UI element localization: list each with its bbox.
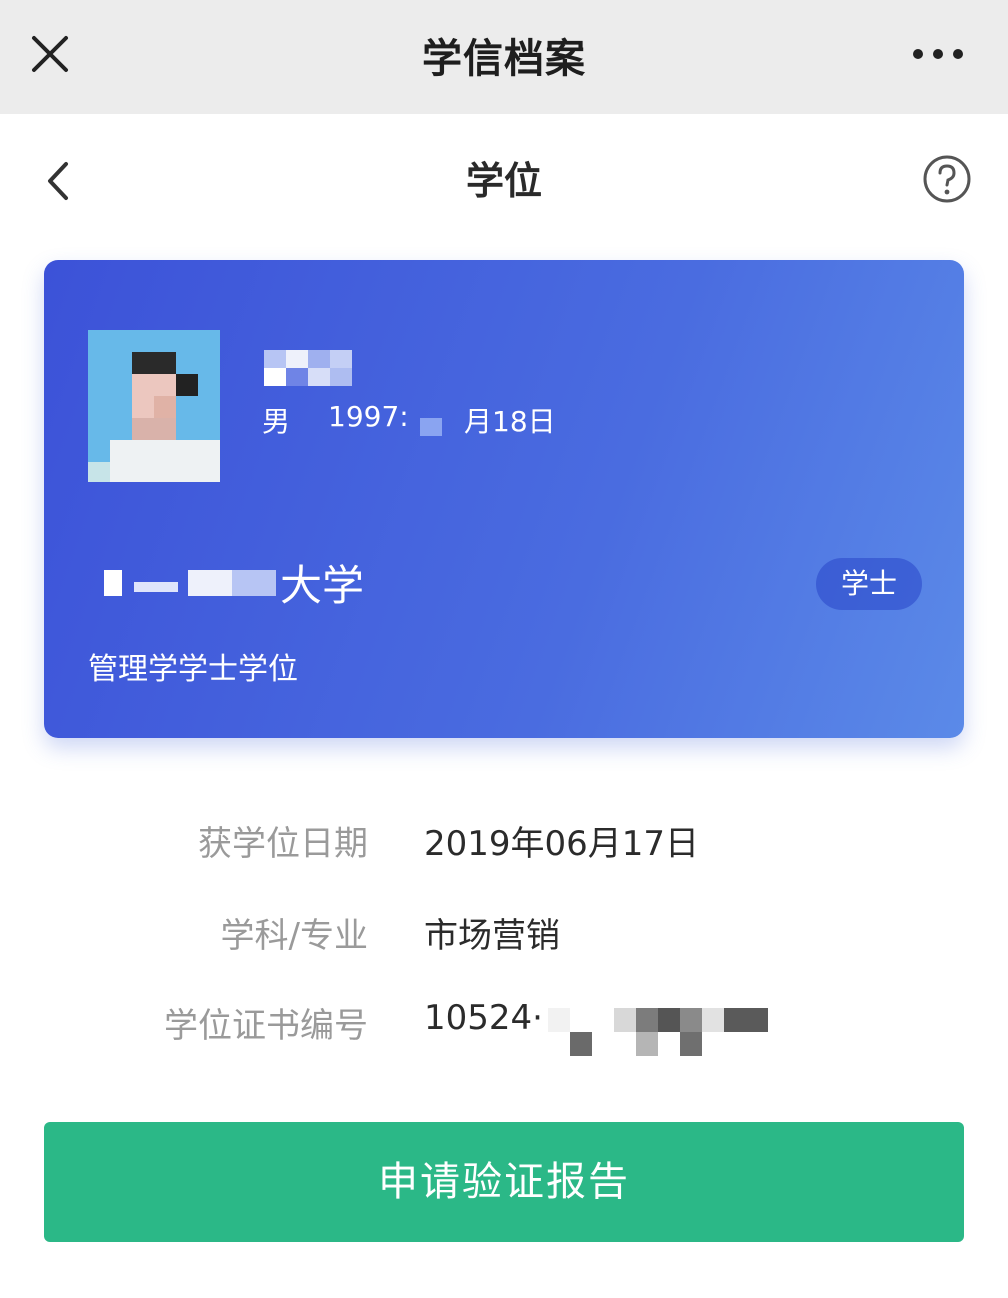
certificate-number-redacted: [548, 1008, 770, 1056]
window-titlebar: 学信档案: [0, 0, 1008, 114]
detail-value: 市场营销: [424, 916, 560, 956]
degree-name: 管理学学士学位: [88, 652, 298, 687]
avatar: [88, 330, 220, 482]
degree-card[interactable]: 男 1997: 月18日 大学 学士 管理学学士学位: [44, 260, 964, 738]
detail-row-major: 学科/专业 市场营销: [0, 902, 1008, 962]
detail-value: 10524·: [424, 998, 543, 1038]
detail-label: 学位证书编号: [164, 1006, 368, 1046]
detail-value: 2019年06月17日: [424, 824, 700, 864]
window-title: 学信档案: [422, 36, 586, 82]
detail-row-certificate: 学位证书编号 10524·: [0, 992, 1008, 1052]
page-navbar: 学位: [0, 114, 1008, 234]
degree-level-badge: 学士: [816, 558, 922, 610]
help-button[interactable]: [920, 152, 974, 206]
detail-label: 学科/专业: [220, 916, 368, 956]
birth-year-text: 1997:: [328, 400, 409, 433]
birth-day-text: 月18日: [464, 405, 556, 438]
detail-label: 获学位日期: [198, 824, 368, 864]
birth-month-redacted: [420, 418, 442, 436]
school-name-suffix: 大学: [280, 561, 365, 610]
detail-row-date: 获学位日期 2019年06月17日: [0, 810, 1008, 870]
question-circle-icon: [923, 155, 971, 203]
name-redacted: [264, 350, 354, 386]
more-dots-icon[interactable]: [912, 44, 964, 64]
page-title: 学位: [465, 159, 542, 203]
request-verification-report-button[interactable]: 申请验证报告: [44, 1122, 964, 1242]
gender-text: 男: [262, 405, 291, 438]
